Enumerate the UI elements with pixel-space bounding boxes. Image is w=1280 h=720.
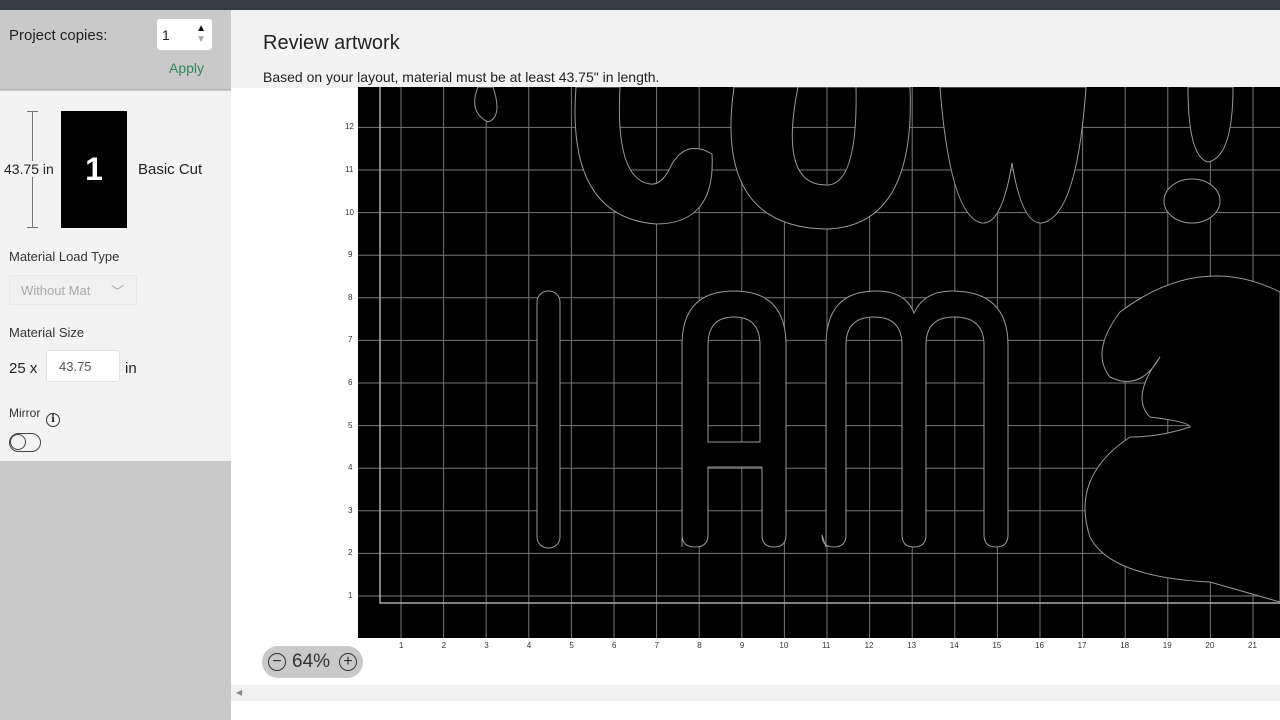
y-tick-label: 5 <box>348 420 353 430</box>
x-tick-label: 3 <box>484 641 489 650</box>
copies-label: Project copies: <box>9 27 108 44</box>
artwork-letter <box>474 86 498 123</box>
mat-canvas <box>358 76 1280 640</box>
decrement-icon[interactable]: ▼ <box>196 34 206 45</box>
header: Review artwork Based on your layout, mat… <box>231 10 1280 88</box>
artwork-letter-c <box>574 86 713 225</box>
dimension-cap <box>27 227 38 228</box>
material-size-label: Material Size <box>9 325 85 340</box>
zoom-control: − 64% + <box>262 646 363 678</box>
scroll-left-icon[interactable]: ◀ <box>236 688 242 697</box>
x-tick-label: 20 <box>1205 641 1215 650</box>
cut-type: Basic Cut <box>138 161 203 178</box>
mirror-toggle[interactable] <box>9 433 41 452</box>
x-tick-label: 18 <box>1120 641 1130 650</box>
x-tick-label: 4 <box>526 641 532 650</box>
y-tick-label: 3 <box>348 505 353 515</box>
x-tick-label: 17 <box>1077 641 1087 650</box>
y-tick-label: 12 <box>345 122 354 132</box>
apply-button[interactable]: Apply <box>169 60 204 76</box>
material-unit: in <box>125 360 137 377</box>
material-length-input[interactable]: 43.75 <box>46 350 120 382</box>
x-tick-label: 11 <box>822 641 831 650</box>
info-icon[interactable]: i <box>46 413 60 427</box>
increment-icon[interactable]: ▲ <box>196 23 206 34</box>
x-tick-label: 12 <box>864 641 874 650</box>
main-area: Review artwork Based on your layout, mat… <box>231 10 1280 720</box>
x-tick-label: 2 <box>441 641 447 650</box>
artwork-letter-w <box>939 86 1087 224</box>
copies-value[interactable]: 1 <box>162 27 170 43</box>
page-title: Review artwork <box>263 32 400 54</box>
x-tick-label: 6 <box>612 641 617 650</box>
mat-thumbnail[interactable]: 1 <box>61 111 127 228</box>
y-tick-label: 6 <box>348 378 353 387</box>
y-tick-label: 10 <box>345 207 354 217</box>
x-tick-label: 15 <box>992 641 1002 650</box>
artwork-letter-o <box>730 86 911 230</box>
x-tick-label: 1 <box>399 641 404 650</box>
y-tick-label: 2 <box>348 548 353 558</box>
artwork-exclamation-dot <box>1163 178 1221 224</box>
project-copies-section: Project copies: 1 ▲ ▼ Apply <box>0 10 231 90</box>
horizontal-scrollbar[interactable]: ◀ <box>231 685 1280 701</box>
x-tick-label: 19 <box>1162 641 1172 650</box>
y-tick-label: 9 <box>348 250 353 260</box>
x-tick-label: 16 <box>1035 641 1044 650</box>
artwork-shape <box>1084 275 1280 603</box>
material-width: 25 x <box>9 360 38 377</box>
length-notice: Based on your layout, material must be a… <box>263 69 660 85</box>
x-tick-label: 21 <box>1248 641 1257 650</box>
x-tick-label: 5 <box>569 641 574 650</box>
load-type-label: Material Load Type <box>9 249 120 264</box>
zoom-in-button[interactable]: + <box>339 653 357 671</box>
x-tick-label: 14 <box>949 641 959 650</box>
y-tick-label: 11 <box>345 165 354 174</box>
mat-preview <box>358 76 1280 640</box>
x-tick-label: 13 <box>907 641 917 650</box>
y-tick-label: 8 <box>348 292 353 302</box>
chevron-down-icon: ﹀ <box>110 284 124 299</box>
mat-length: 43.75 in <box>4 161 56 177</box>
dimension-cap <box>27 111 38 112</box>
y-tick-label: 1 <box>348 591 353 600</box>
mirror-label: Mirror <box>9 406 41 420</box>
load-type-value: Without Mat <box>21 283 91 298</box>
zoom-out-button[interactable]: − <box>268 653 286 671</box>
sidebar: Project copies: 1 ▲ ▼ Apply 43.75 in 1 B… <box>0 10 231 720</box>
artwork-letter-i <box>536 290 561 549</box>
x-tick-label: 7 <box>654 641 660 650</box>
y-tick-label: 4 <box>348 463 353 473</box>
top-bar <box>0 0 1280 10</box>
load-type-select[interactable]: Without Mat ﹀ <box>9 275 137 305</box>
x-tick-label: 8 <box>697 641 702 650</box>
x-tick-label: 9 <box>739 641 745 650</box>
zoom-level: 64% <box>292 651 331 672</box>
artwork-letter-m <box>821 290 1009 548</box>
copies-stepper[interactable]: 1 ▲ ▼ <box>157 19 212 50</box>
artwork-letter-a <box>681 290 787 548</box>
mat-settings-panel: 43.75 in 1 Basic Cut Material Load Type … <box>0 91 231 461</box>
y-tick-label: 7 <box>348 335 353 345</box>
x-tick-label: 10 <box>779 641 789 650</box>
artwork-exclamation <box>1187 86 1234 163</box>
